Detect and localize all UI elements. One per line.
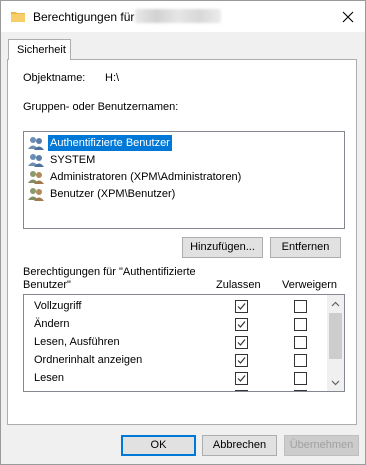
- permission-row: Ordnerinhalt anzeigen: [24, 352, 324, 370]
- scroll-up-button[interactable]: [327, 295, 344, 312]
- ok-button[interactable]: OK: [121, 435, 196, 456]
- list-item-label: SYSTEM: [50, 154, 96, 166]
- scroll-down-button[interactable]: [327, 374, 344, 391]
- users-icon: [28, 137, 44, 150]
- tab-security[interactable]: Sicherheit: [8, 39, 71, 60]
- chevron-down-icon: [331, 380, 340, 385]
- object-name-value: H:\: [105, 72, 120, 84]
- deny-checkbox[interactable]: [294, 336, 307, 349]
- permissions-scrollbar[interactable]: [327, 295, 344, 391]
- scroll-thumb[interactable]: [329, 313, 342, 359]
- deny-checkbox[interactable]: [294, 354, 307, 367]
- checkmark-icon: [237, 339, 246, 346]
- allow-checkbox[interactable]: [235, 372, 248, 385]
- permissions-dialog: Berechtigungen für Sicherheit Objektname…: [0, 0, 366, 465]
- deny-column-header: Verweigern: [282, 279, 338, 291]
- permissions-label-line1: Berechtigungen für "Authentifizierte: [23, 266, 196, 278]
- allow-checkbox[interactable]: [235, 318, 248, 331]
- remove-button[interactable]: Entfernen: [270, 237, 341, 258]
- deny-checkbox[interactable]: [294, 390, 307, 391]
- permission-name: Lesen, Ausführen: [34, 336, 120, 348]
- deny-checkbox[interactable]: [294, 372, 307, 385]
- permission-row: Ändern: [24, 316, 324, 334]
- list-item-authenticated-users[interactable]: Authentifizierte Benutzer: [28, 135, 172, 151]
- allow-checkbox[interactable]: [235, 354, 248, 367]
- chevron-up-icon: [331, 301, 340, 306]
- apply-button[interactable]: Übernehmen: [284, 435, 359, 456]
- permission-name: Lesen: [34, 372, 64, 384]
- title-bar: Berechtigungen für: [1, 1, 365, 32]
- list-item-administrators[interactable]: Administratoren (XPM\Administratoren): [28, 169, 243, 185]
- permission-row: Lesen: [24, 370, 324, 388]
- permissions-label-line2: Benutzer": [23, 279, 71, 291]
- deny-checkbox[interactable]: [294, 300, 307, 313]
- allow-checkbox[interactable]: [235, 390, 248, 391]
- add-button[interactable]: Hinzufügen...: [182, 237, 263, 258]
- checkmark-icon: [237, 375, 246, 382]
- folder-icon: [11, 12, 25, 22]
- cancel-button[interactable]: Abbrechen: [202, 435, 277, 456]
- checkmark-icon: [237, 321, 246, 328]
- permission-name: Vollzugriff: [34, 300, 82, 312]
- permission-row: Lesen, Ausführen: [24, 334, 324, 352]
- tab-security-label: Sicherheit: [17, 44, 66, 56]
- object-name-label: Objektname:: [23, 72, 86, 84]
- window-title: Berechtigungen für: [33, 10, 135, 24]
- list-item-label: Administratoren (XPM\Administratoren): [50, 171, 242, 183]
- close-icon: [342, 11, 354, 22]
- redacted-object-name: [135, 9, 221, 23]
- permission-name: Ändern: [34, 318, 70, 330]
- allow-checkbox[interactable]: [235, 300, 248, 313]
- users-icon: [28, 154, 44, 167]
- list-item-system[interactable]: SYSTEM: [28, 152, 97, 168]
- permission-name: Ordnerinhalt anzeigen: [34, 354, 143, 366]
- group-user-list[interactable]: Authentifizierte Benutzer SYSTEM Adminis…: [23, 131, 345, 229]
- groups-label: Gruppen- oder Benutzernamen:: [23, 101, 179, 113]
- checkmark-icon: [237, 303, 246, 310]
- list-item-label: Authentifizierte Benutzer: [48, 135, 172, 151]
- permission-row: [24, 388, 324, 391]
- users-icon: [28, 188, 44, 201]
- checkmark-icon: [237, 357, 246, 364]
- users-icon: [28, 171, 44, 184]
- allow-checkbox[interactable]: [235, 336, 248, 349]
- permission-row: Vollzugriff: [24, 298, 324, 316]
- list-item-users[interactable]: Benutzer (XPM\Benutzer): [28, 186, 177, 202]
- deny-checkbox[interactable]: [294, 318, 307, 331]
- allow-column-header: Zulassen: [216, 279, 261, 291]
- list-item-label: Benutzer (XPM\Benutzer): [50, 188, 176, 200]
- close-button[interactable]: [331, 4, 365, 29]
- permissions-list: Vollzugriff Ändern Lesen, Ausführen Ordn…: [23, 294, 345, 392]
